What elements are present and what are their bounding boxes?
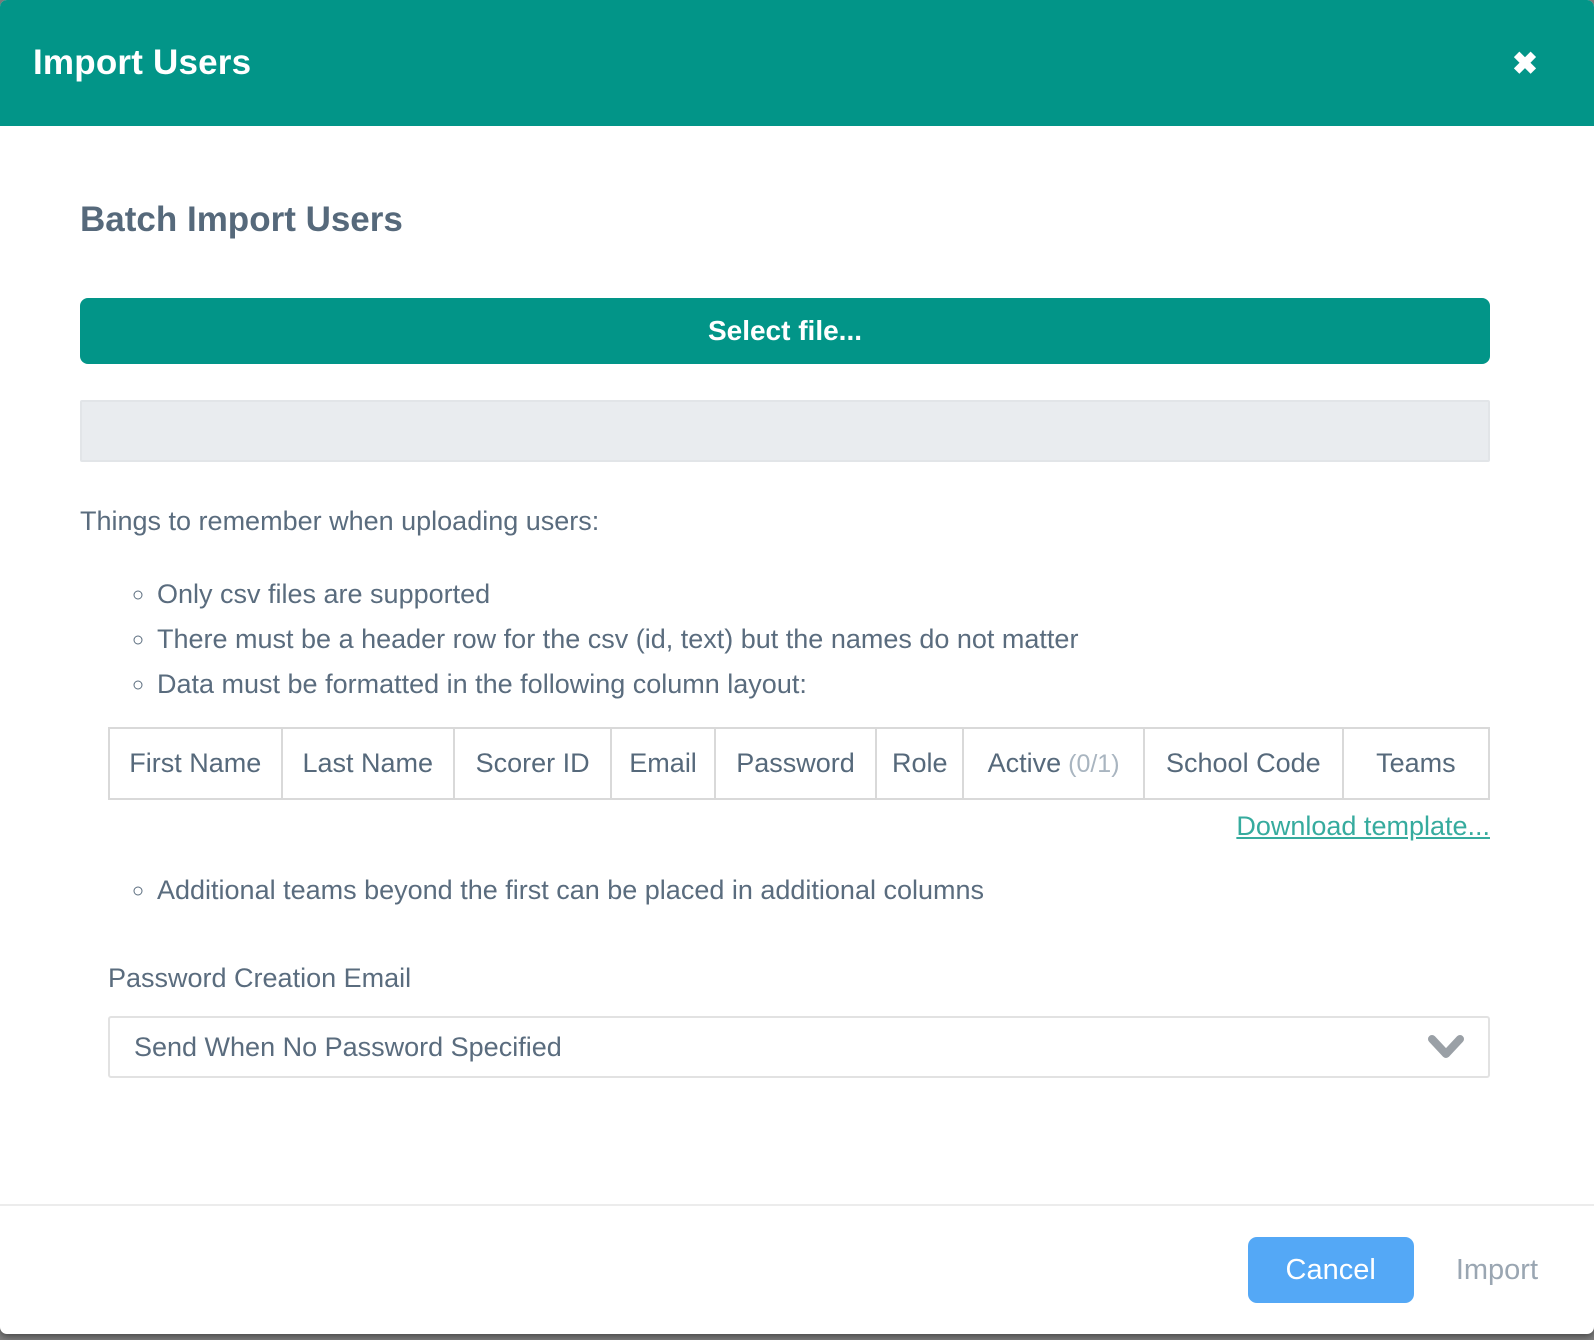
table-column-header: Last Name — [282, 728, 455, 799]
import-users-modal: Import Users ✖ Batch Import Users Select… — [0, 0, 1594, 1334]
instruction-list: Only csv files are supportedThere must b… — [80, 572, 1490, 707]
table-column-header: Scorer ID — [454, 728, 611, 799]
list-item: Only csv files are supported — [157, 572, 1490, 617]
download-template-link[interactable]: Download template... — [1236, 811, 1490, 841]
list-item: Data must be formatted in the following … — [157, 662, 1490, 707]
table-column-header: First Name — [109, 728, 282, 799]
import-button[interactable]: Import — [1456, 1254, 1538, 1287]
close-icon[interactable]: ✖ — [1508, 44, 1542, 83]
instruction-list-extra: Additional teams beyond the first can be… — [80, 868, 1490, 913]
table-column-header: Email — [611, 728, 715, 799]
list-item: Additional teams beyond the first can be… — [157, 868, 1490, 913]
file-name-display — [80, 400, 1490, 462]
modal-header: Import Users ✖ — [0, 0, 1594, 126]
modal-body: Batch Import Users Select file... Things… — [0, 126, 1594, 1204]
table-column-header: Active (0/1) — [963, 728, 1144, 799]
chevron-down-icon — [1428, 1035, 1464, 1059]
column-layout-table: First NameLast NameScorer IDEmailPasswor… — [108, 727, 1490, 800]
table-column-header: School Code — [1144, 728, 1343, 799]
page-backdrop: Import Users ✖ Batch Import Users Select… — [0, 0, 1594, 1340]
table-column-header: Password — [715, 728, 876, 799]
password-creation-email-label: Password Creation Email — [108, 963, 1490, 994]
page-title: Batch Import Users — [80, 200, 1490, 240]
password-email-select[interactable]: Send When No Password Specified — [108, 1016, 1490, 1078]
password-email-selected-value: Send When No Password Specified — [134, 1032, 562, 1063]
table-column-header: Teams — [1343, 728, 1489, 799]
column-layout-section: First NameLast NameScorer IDEmailPasswor… — [108, 727, 1490, 846]
list-item: There must be a header row for the csv (… — [157, 617, 1490, 662]
modal-title: Import Users — [33, 43, 251, 83]
modal-footer: Cancel Import — [0, 1204, 1594, 1334]
instructions-intro: Things to remember when uploading users: — [80, 504, 1490, 538]
table-column-header: Role — [876, 728, 963, 799]
download-row: Download template... — [108, 806, 1490, 846]
select-file-button[interactable]: Select file... — [80, 298, 1490, 364]
cancel-button[interactable]: Cancel — [1248, 1237, 1414, 1303]
table-header-row: First NameLast NameScorer IDEmailPasswor… — [109, 728, 1489, 799]
